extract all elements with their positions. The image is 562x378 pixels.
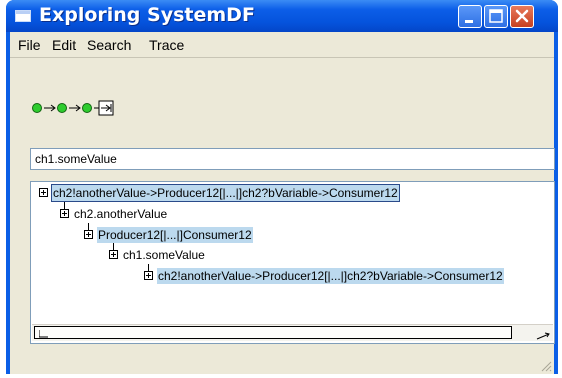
minimize-icon xyxy=(465,20,473,23)
maximize-icon xyxy=(489,9,503,23)
tree-row-label: ch2!anotherValue->Producer12[|...|]ch2?b… xyxy=(51,184,400,202)
tree-connector xyxy=(88,223,89,230)
scroll-left-icon xyxy=(39,330,48,338)
title-bar[interactable]: Exploring SystemDF xyxy=(6,0,558,32)
scroll-right-button[interactable] xyxy=(535,326,551,340)
horizontal-scrollbar[interactable] xyxy=(32,324,553,341)
window-icon xyxy=(15,10,31,22)
collapse-toggle-icon[interactable] xyxy=(60,209,69,218)
window-title: Exploring SystemDF xyxy=(39,4,255,26)
scroll-right-icon xyxy=(536,332,550,340)
tree-connector xyxy=(148,264,149,271)
tree-row-0[interactable]: ch2!anotherValue->Producer12[|...|]ch2?b… xyxy=(39,184,539,202)
minimize-button[interactable] xyxy=(458,5,482,28)
trace-sequence-icon[interactable] xyxy=(31,100,141,120)
menu-file[interactable]: File xyxy=(18,37,41,53)
collapse-toggle-icon[interactable] xyxy=(109,250,118,259)
tree-row-label: ch2.anotherValue xyxy=(74,207,168,221)
menu-edit[interactable]: Edit xyxy=(52,37,76,53)
close-icon xyxy=(515,9,529,23)
menu-search[interactable]: Search xyxy=(87,37,131,53)
menu-trace[interactable]: Trace xyxy=(149,37,184,53)
menu-bar: File Edit Search Trace xyxy=(10,32,554,58)
expand-toggle-icon[interactable] xyxy=(144,271,153,280)
tree-connector xyxy=(64,202,65,209)
scrollbar-thumb[interactable] xyxy=(34,326,512,339)
tree-row-label: ch2!anotherValue->Producer12[|...|]ch2?b… xyxy=(157,268,504,284)
collapse-toggle-icon[interactable] xyxy=(39,188,48,197)
tree-row-label: Producer12[|...|]Consumer12 xyxy=(97,227,253,243)
tree-row-1[interactable]: ch2.anotherValue xyxy=(60,202,540,222)
resize-grip-icon[interactable] xyxy=(540,360,552,372)
tree-row-2[interactable]: Producer12[|...|]Consumer12 xyxy=(84,223,534,243)
collapse-toggle-icon[interactable] xyxy=(84,230,93,239)
close-button[interactable] xyxy=(510,5,534,28)
maximize-button[interactable] xyxy=(484,5,508,28)
tree-row-3[interactable]: ch1.someValue xyxy=(109,243,529,263)
tree-row-4[interactable]: ch2!anotherValue->Producer12[|...|]ch2?b… xyxy=(144,264,554,284)
tree-connector xyxy=(113,243,114,250)
main-window: Exploring SystemDF File Edit Search Trac… xyxy=(6,0,558,374)
path-field[interactable]: ch1.someValue xyxy=(30,148,555,170)
window-client-area: File Edit Search Trace ch1.someValue ch2… xyxy=(10,32,555,374)
tree-row-label: ch1.someValue xyxy=(123,248,205,262)
trace-tree[interactable]: ch2!anotherValue->Producer12[|...|]ch2?b… xyxy=(30,181,555,344)
